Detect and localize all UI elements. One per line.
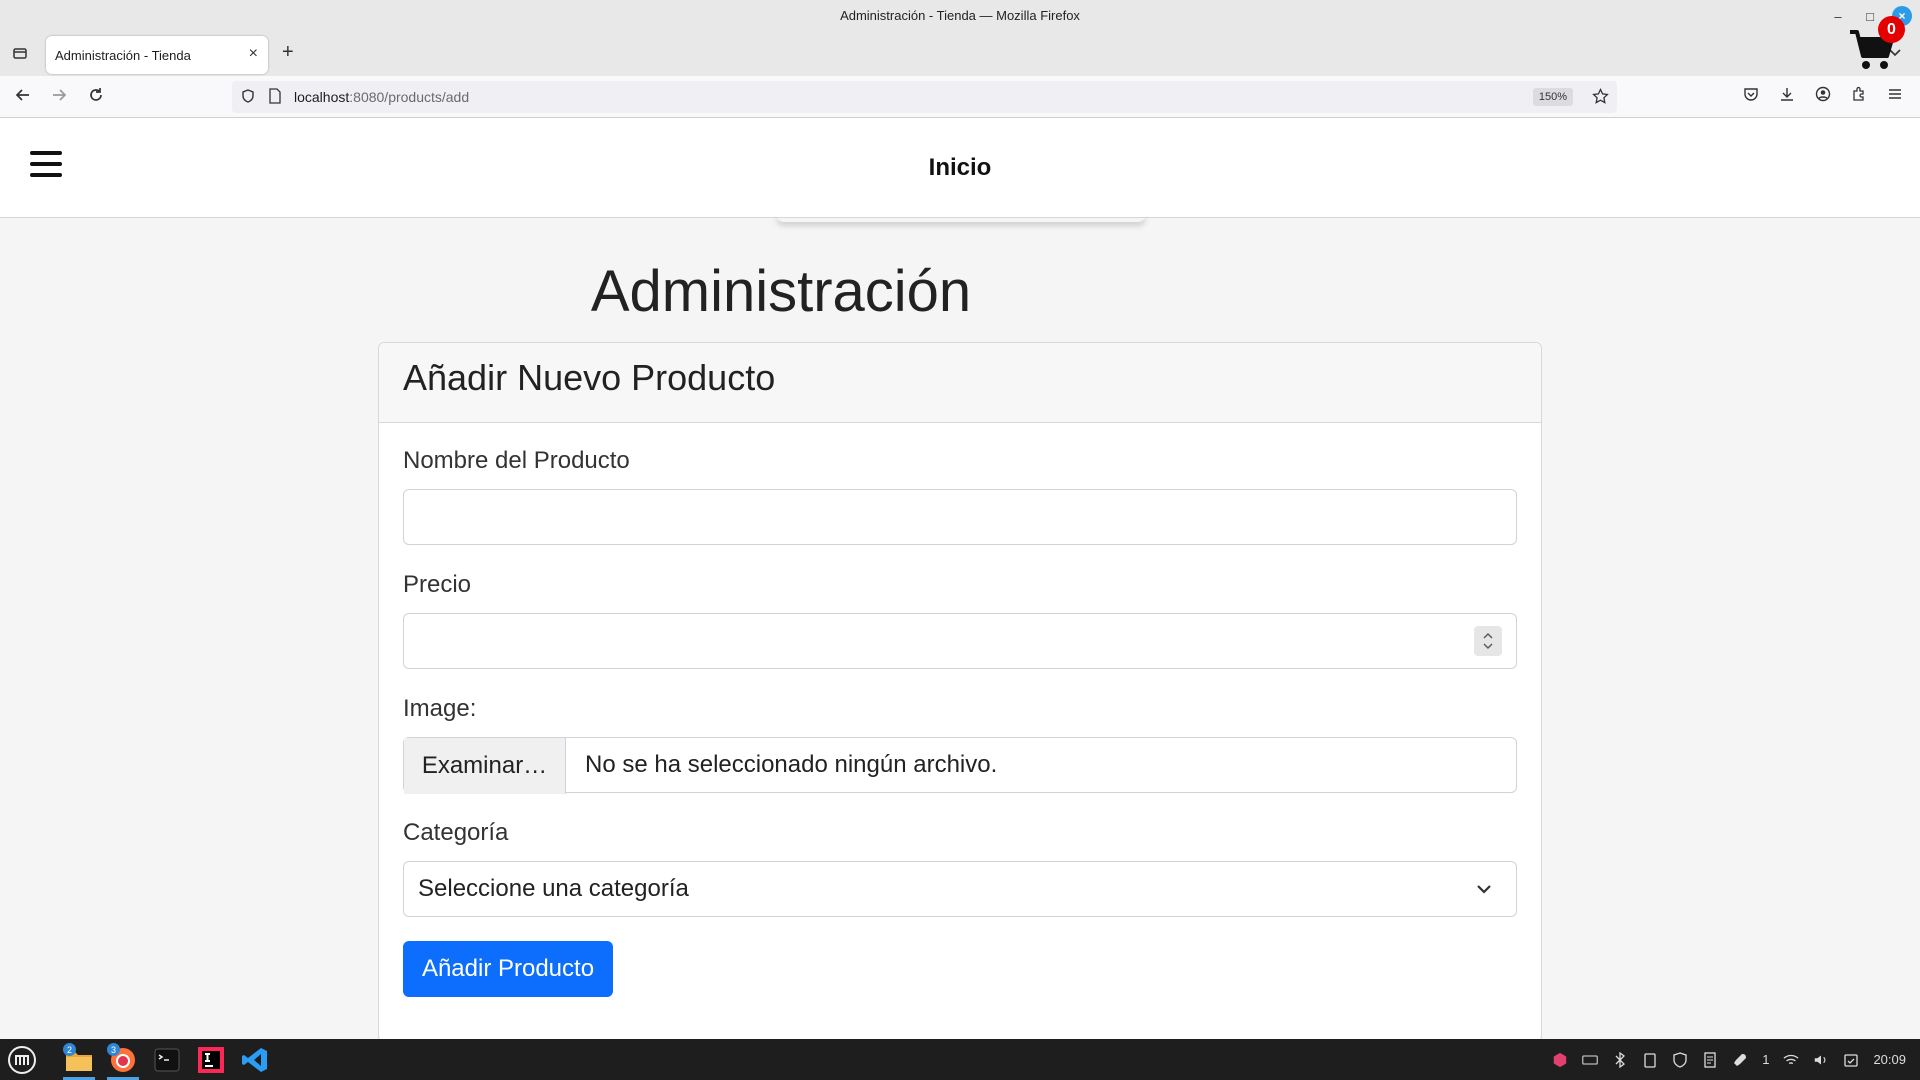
intellij-app-icon[interactable] bbox=[193, 1043, 229, 1076]
cart-count-badge: 0 bbox=[1878, 16, 1905, 43]
price-stepper[interactable] bbox=[1474, 626, 1502, 656]
new-tab-button[interactable]: + bbox=[282, 41, 294, 64]
url-path: :8080/products/add bbox=[349, 89, 470, 105]
add-product-card: Añadir Nuevo Producto Nombre del Product… bbox=[378, 342, 1542, 1042]
site-title[interactable]: Inicio bbox=[0, 154, 1920, 182]
image-label: Image: bbox=[403, 695, 477, 722]
bookmark-star-icon[interactable] bbox=[1592, 87, 1609, 110]
image-group: Image: Examinar… No se ha seleccionado n… bbox=[403, 695, 1517, 794]
files-app-icon[interactable]: 2 bbox=[61, 1043, 97, 1080]
wifi-icon[interactable] bbox=[1783, 1052, 1799, 1068]
image-file-input[interactable]: Examinar… No se ha seleccionado ningún a… bbox=[403, 737, 1517, 794]
tab-strip: Administración - Tienda × + bbox=[0, 33, 1920, 76]
category-selected-value: Seleccione una categoría bbox=[418, 875, 689, 902]
window-title: Administración - Tienda — Mozilla Firefo… bbox=[840, 8, 1080, 23]
notes-icon[interactable] bbox=[1702, 1051, 1718, 1068]
shield-icon[interactable] bbox=[240, 88, 256, 109]
clipboard-icon[interactable] bbox=[1642, 1052, 1658, 1068]
app-hexagon-icon[interactable] bbox=[1552, 1052, 1568, 1068]
forward-arrow-icon[interactable] bbox=[50, 86, 68, 109]
card-header: Añadir Nuevo Producto bbox=[379, 343, 1541, 423]
security-shield-icon[interactable] bbox=[1672, 1051, 1688, 1068]
system-tray: 1 20:09 bbox=[1552, 1039, 1920, 1080]
reload-icon[interactable] bbox=[87, 86, 105, 109]
minimize-button[interactable]: – bbox=[1828, 6, 1848, 26]
page-heading: Administración bbox=[590, 259, 972, 324]
price-input[interactable] bbox=[403, 613, 1517, 669]
terminal-app-icon[interactable] bbox=[149, 1043, 185, 1076]
volume-icon[interactable] bbox=[1813, 1052, 1829, 1068]
account-icon[interactable] bbox=[1815, 86, 1831, 107]
tray-notification-count: 1 bbox=[1762, 1052, 1770, 1067]
maximize-button[interactable]: □ bbox=[1860, 6, 1880, 26]
category-label: Categoría bbox=[403, 819, 509, 846]
browse-file-button[interactable]: Examinar… bbox=[404, 738, 566, 794]
card-title: Añadir Nuevo Producto bbox=[403, 357, 776, 398]
window-titlebar: Administración - Tienda — Mozilla Firefo… bbox=[0, 0, 1920, 33]
add-product-form: Nombre del Producto Precio Image: Examin… bbox=[379, 423, 1541, 1021]
back-arrow-icon[interactable] bbox=[14, 86, 32, 109]
tab-close-icon[interactable]: × bbox=[249, 45, 258, 63]
firefox-app-icon[interactable]: 3 bbox=[105, 1043, 141, 1080]
page-info-icon[interactable] bbox=[268, 88, 282, 109]
extensions-icon[interactable] bbox=[1851, 86, 1867, 107]
price-label: Precio bbox=[403, 571, 472, 598]
downloads-icon[interactable] bbox=[1779, 86, 1795, 107]
url-bar[interactable]: localhost:8080/products/add 150% bbox=[232, 81, 1617, 113]
pocket-icon[interactable] bbox=[1743, 86, 1759, 107]
menu-icon[interactable] bbox=[1887, 86, 1903, 107]
firefox-window-count-badge: 3 bbox=[107, 1043, 120, 1056]
category-group: Categoría Seleccione una categoría bbox=[403, 819, 1517, 917]
start-menu-icon[interactable] bbox=[4, 1043, 40, 1076]
product-name-label: Nombre del Producto bbox=[403, 447, 630, 474]
power-icon[interactable] bbox=[1843, 1052, 1859, 1068]
url-host: localhost bbox=[294, 89, 350, 105]
drive-icon[interactable] bbox=[1582, 1052, 1598, 1068]
browser-navbar: localhost:8080/products/add 150% bbox=[0, 76, 1920, 118]
system-taskbar: 2 3 1 20:09 bbox=[0, 1039, 1920, 1080]
bluetooth-icon[interactable] bbox=[1612, 1051, 1628, 1068]
tab-label: Administración - Tienda bbox=[55, 48, 191, 63]
chevron-down-icon bbox=[1474, 878, 1494, 906]
site-header: Inicio bbox=[0, 118, 1920, 218]
category-select[interactable]: Seleccione una categoría bbox=[403, 861, 1517, 917]
updates-rocket-icon[interactable] bbox=[1732, 1052, 1748, 1068]
tab-administracion[interactable]: Administración - Tienda × bbox=[46, 36, 268, 74]
tab-overview-icon[interactable] bbox=[12, 45, 28, 66]
files-window-count-badge: 2 bbox=[63, 1043, 76, 1056]
price-group: Precio bbox=[403, 571, 1517, 669]
vscode-app-icon[interactable] bbox=[237, 1043, 273, 1076]
file-status-text: No se ha seleccionado ningún archivo. bbox=[585, 751, 998, 778]
add-product-button[interactable]: Añadir Producto bbox=[403, 941, 613, 997]
clock[interactable]: 20:09 bbox=[1873, 1052, 1906, 1067]
zoom-level-badge[interactable]: 150% bbox=[1532, 88, 1573, 106]
header-shadow bbox=[776, 214, 1146, 222]
product-name-group: Nombre del Producto bbox=[403, 447, 1517, 545]
product-name-input[interactable] bbox=[403, 489, 1517, 545]
url-text[interactable]: localhost:8080/products/add bbox=[294, 89, 469, 105]
